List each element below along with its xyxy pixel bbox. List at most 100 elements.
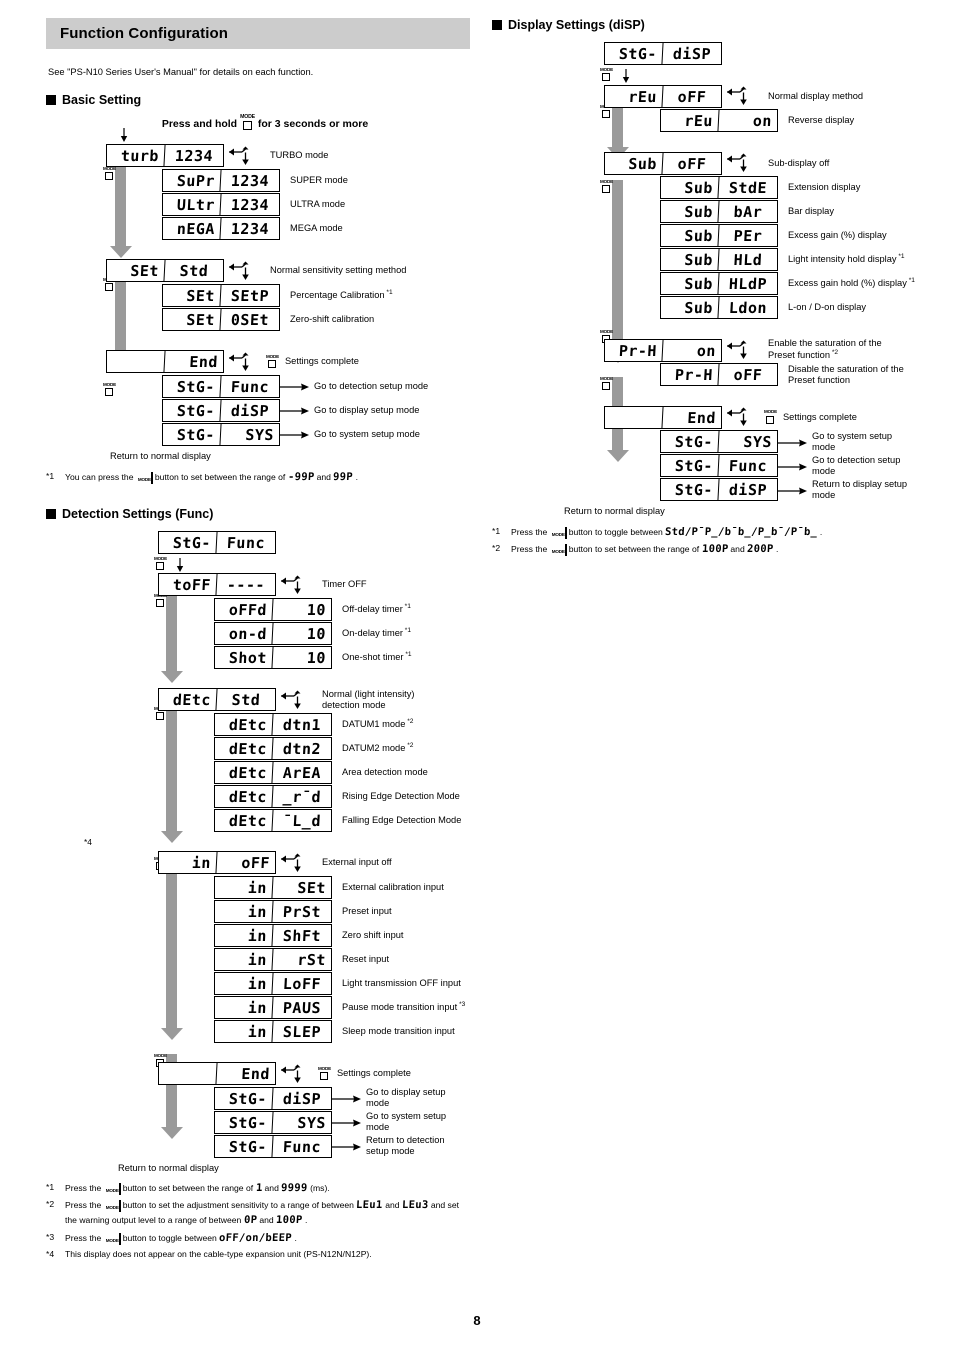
- lcd-main-segment: toFF: [158, 574, 218, 596]
- mode-button-icon[interactable]: MODE: [600, 376, 613, 391]
- flow-spine-arrow: [109, 166, 132, 258]
- lcd-main-segment: StG-: [162, 423, 222, 445]
- left-column: Function Configuration See "PS-N10 Serie…: [46, 18, 470, 1260]
- flow-row: dEtc dtn1 DATUM1 mode *2: [214, 712, 470, 736]
- segment-value: -99P: [287, 470, 315, 483]
- lcd-value-segment: diSP: [672, 44, 712, 63]
- right-arrow-icon: [778, 436, 808, 448]
- flow-row: StG-diSP Go to display setup mode: [214, 1086, 470, 1110]
- flow-spine-arrow: [606, 105, 629, 159]
- mode-button-square: [156, 562, 165, 571]
- lcd-display-box: in PAUS: [214, 995, 332, 1019]
- press-hold-pre: Press and hold: [161, 117, 238, 130]
- row-caption: Disable the saturation of the Preset func…: [788, 363, 904, 385]
- lcd-value-segment: diSP: [282, 1089, 322, 1108]
- segment-value: 100P: [701, 543, 729, 556]
- row-caption: TURBO mode: [270, 150, 329, 161]
- lcd-display-box: Pr-H oFF: [660, 363, 778, 386]
- lcd-display-box: in rSt: [214, 947, 332, 971]
- row-caption: Off-delay timer *1: [342, 603, 411, 615]
- mode-button-icon[interactable]: MODE: [266, 355, 279, 369]
- footnote-fragment: button to set between the range of: [154, 471, 286, 482]
- lcd-display-box: in PrSt: [214, 899, 332, 923]
- nav-arrow-cluster-icon: [278, 573, 312, 597]
- footnote-marker: *2: [830, 349, 839, 357]
- lcd-value-segment: 10: [306, 648, 327, 667]
- mode-button-icon[interactable]: MODE: [103, 382, 116, 396]
- flow-row: StG- SYS Go to system setup mode: [214, 1110, 470, 1134]
- mode-button-icon[interactable]: MODE: [552, 527, 567, 539]
- lcd-value-segment: oFF: [677, 87, 707, 105]
- lcd-main-segment: [158, 1063, 218, 1085]
- mode-button-icon[interactable]: MODE: [240, 114, 255, 130]
- bullet-square-icon: [46, 95, 56, 105]
- section-title-detection: Detection Settings (Func): [62, 506, 214, 521]
- lcd-value-segment: 10: [306, 600, 327, 619]
- section-title-basic: Basic Setting: [62, 93, 142, 107]
- flow-row: ULtr 1234 ULTRA mode: [162, 192, 470, 216]
- lcd-value-segment: Std: [179, 261, 209, 280]
- row-caption: Settings complete: [782, 411, 857, 422]
- mode-button-icon[interactable]: MODE: [103, 166, 116, 180]
- flow-row: End MODE Settings complete: [106, 350, 470, 374]
- flow-row: turb 1234 TURBO mode: [106, 144, 470, 168]
- footnote-marker: *1: [492, 526, 501, 536]
- flow-row: dEtc ¯L_d Falling Edge Detection Mode: [214, 808, 470, 832]
- flow-row: StG-diSP: [604, 42, 916, 65]
- mode-button-icon[interactable]: MODE: [106, 1182, 121, 1195]
- mode-button-icon[interactable]: MODE: [154, 556, 167, 571]
- lcd-display-box: nEGA 1234: [162, 216, 280, 240]
- lcd-display-box: StG- SYS: [214, 1110, 332, 1134]
- lcd-main-segment: rEu: [660, 110, 720, 131]
- nav-arrow-cluster-icon: [278, 851, 312, 875]
- lcd-main-segment: StG-: [660, 431, 720, 452]
- lcd-main-segment: dEtc: [214, 785, 274, 807]
- lcd-main-segment: dEtc: [214, 761, 274, 783]
- mode-button-icon[interactable]: MODE: [600, 67, 613, 82]
- mode-button-icon[interactable]: MODE: [764, 410, 777, 424]
- lcd-display-box: in LoFF: [214, 971, 332, 995]
- lcd-display-box: StG- SYS: [162, 422, 280, 446]
- flow-row: Shot 10 One-shot timer *1: [214, 645, 470, 669]
- footnote-fragment: .: [776, 544, 779, 555]
- lcd-display-box: dEtc ArEA: [214, 760, 332, 784]
- row-caption: Go to system setup mode: [812, 430, 893, 452]
- bullet-square-icon: [492, 20, 502, 30]
- down-arrow-icon: [620, 69, 632, 83]
- mode-button-icon[interactable]: MODE: [106, 1200, 121, 1213]
- lcd-main-segment: in: [214, 876, 274, 898]
- row-caption: Extension display: [788, 182, 861, 193]
- mode-button-icon[interactable]: MODE: [318, 1067, 331, 1081]
- lcd-value-segment: End: [240, 1064, 271, 1083]
- lcd-value-segment: End: [686, 408, 717, 426]
- lcd-display-box: oFFd 10: [214, 597, 332, 621]
- footnote-marker: *1: [402, 603, 411, 611]
- mode-button-square: [268, 360, 277, 369]
- flow-row: SEt Std Normal sensitivity setting method: [106, 259, 470, 283]
- lcd-main-segment: in: [214, 924, 274, 946]
- lcd-value-segment: ----: [226, 575, 266, 594]
- mode-button-icon[interactable]: MODE: [552, 544, 567, 557]
- row-caption: Falling Edge Detection Mode: [342, 814, 462, 825]
- flow-row: Sub Ldon L-on / D-on display: [660, 296, 916, 319]
- lcd-value-segment: SLEP: [282, 1022, 322, 1041]
- footnote-fragment: button to set the adjustment sensitivity…: [122, 1200, 354, 1211]
- mode-button-label: MODE: [154, 1052, 167, 1058]
- flow-row: StG- Func Go to detection setup mode: [660, 454, 916, 477]
- footnote-marker: *1: [46, 1181, 55, 1192]
- lcd-value-segment: Func: [226, 533, 266, 552]
- mode-button-icon[interactable]: MODE: [106, 1232, 121, 1245]
- row-caption: Return to detection setup mode: [366, 1135, 445, 1157]
- lcd-value-segment: 1234: [174, 146, 214, 165]
- footnote-marker: *3: [46, 1231, 55, 1242]
- lcd-value-segment: PAUS: [282, 998, 322, 1017]
- lcd-display-box: on-d 10: [214, 621, 332, 645]
- lcd-main-segment: SEt: [162, 284, 222, 306]
- row-caption: Return to display setup mode: [812, 478, 908, 500]
- mode-button-icon[interactable]: MODE: [138, 471, 153, 484]
- mode-button-icon[interactable]: MODE: [600, 179, 613, 194]
- lcd-value-segment: SEt: [296, 878, 327, 897]
- row-caption: Reset input: [342, 953, 390, 964]
- lcd-main-segment: in: [214, 972, 274, 994]
- lcd-value-segment: HLdP: [728, 274, 768, 293]
